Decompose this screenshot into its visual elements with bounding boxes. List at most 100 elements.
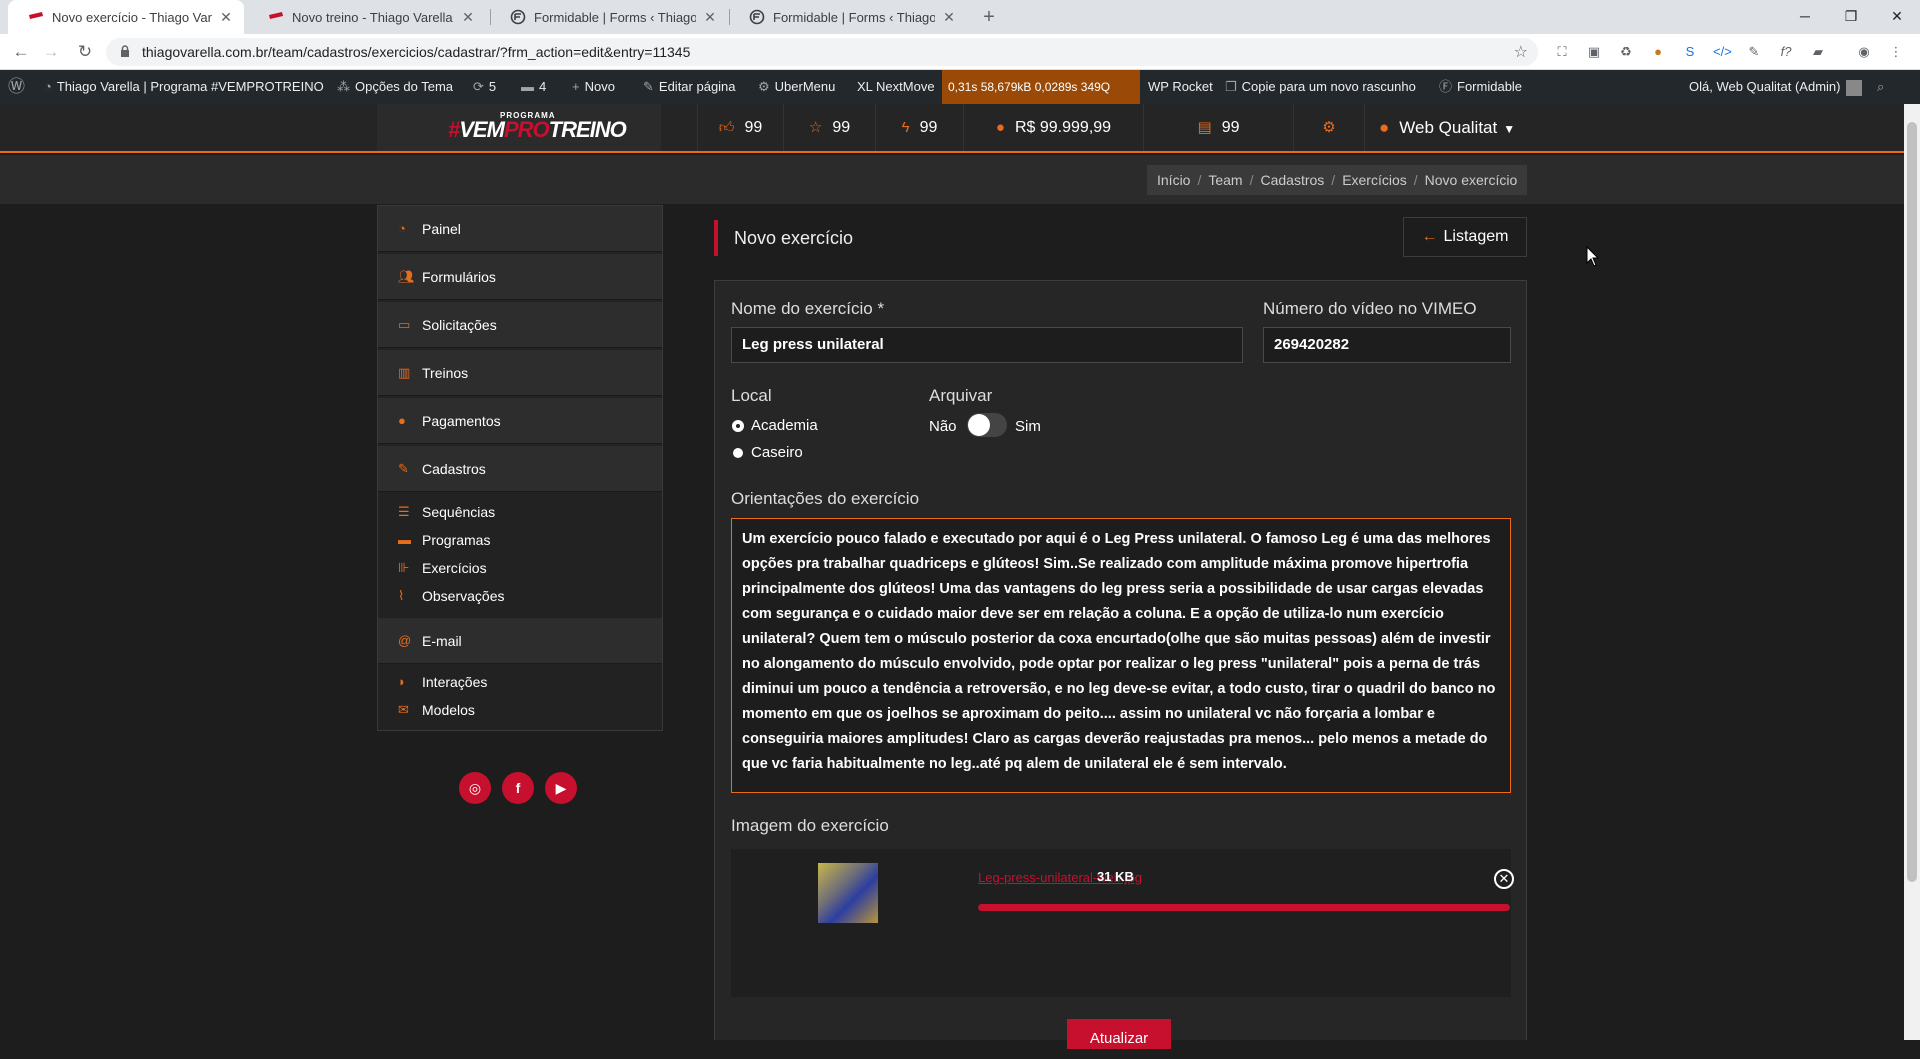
breadcrumb-item[interactable]: Team bbox=[1208, 172, 1242, 188]
radio-caseiro[interactable] bbox=[733, 448, 743, 458]
close-icon[interactable]: ✕ bbox=[702, 9, 718, 26]
page-scrollbar[interactable] bbox=[1904, 104, 1920, 1040]
browser-tab[interactable]: Novo treino - Thiago Varella | Pr ✕ bbox=[248, 0, 486, 34]
extension-icon[interactable]: ▰ bbox=[1809, 43, 1827, 61]
sidebar-item-formularios[interactable]: 👥︎ Formulários bbox=[378, 254, 662, 300]
maximize-button[interactable]: ❐ bbox=[1828, 0, 1874, 34]
required-mark: * bbox=[877, 299, 885, 318]
reload-icon[interactable]: ↻ bbox=[72, 40, 98, 66]
sidebar-item-modelos[interactable]: ✉ Modelos bbox=[378, 696, 662, 724]
user-menu[interactable]: ● Web Qualitat ▼ bbox=[1364, 104, 1546, 151]
site-logo[interactable]: PROGRAMA #VEMPROTREINO bbox=[448, 109, 627, 149]
vimeo-label: Número do vídeo no VIMEO bbox=[1263, 299, 1477, 318]
lock-icon[interactable] bbox=[120, 45, 130, 57]
breadcrumb-item[interactable]: Cadastros bbox=[1260, 172, 1324, 188]
orientations-textarea[interactable]: Um exercício pouco falado e executado po… bbox=[731, 518, 1511, 793]
settings-button[interactable]: ⚙ bbox=[1293, 104, 1364, 151]
toggle-knob bbox=[968, 414, 990, 436]
back-arrow-icon[interactable]: ← bbox=[8, 40, 34, 66]
browser-tab[interactable]: Novo exercício - Thiago Varella | ✕ bbox=[8, 0, 244, 34]
image-upload-area[interactable]: Leg-press-unilateral-web.jpg 31 KB ✕ bbox=[731, 849, 1514, 997]
wp-rocket[interactable]: WP Rocket bbox=[1148, 70, 1213, 104]
extension-icon[interactable]: S bbox=[1681, 43, 1699, 61]
stat-docs[interactable]: ▤ 99 bbox=[1143, 104, 1293, 151]
wp-copy-draft[interactable]: ❐ Copie para um novo rascunho bbox=[1225, 70, 1416, 104]
search-icon[interactable]: ⌕ bbox=[1877, 70, 1889, 104]
radio-academia[interactable] bbox=[733, 421, 743, 431]
radio-academia-label[interactable]: Academia bbox=[751, 417, 818, 434]
wp-account[interactable]: Olá, Web Qualitat (Admin) bbox=[1689, 70, 1863, 104]
breadcrumb-item[interactable]: Exercícios bbox=[1342, 172, 1407, 188]
instagram-icon[interactable]: ◎ bbox=[459, 772, 491, 804]
list-icon: ☰ bbox=[398, 504, 410, 519]
sidebar-item-observacoes[interactable]: ⌇ Observações bbox=[378, 582, 662, 610]
menu-dots-icon[interactable]: ⋮ bbox=[1887, 43, 1905, 61]
close-icon[interactable]: ✕ bbox=[941, 9, 957, 26]
stat-stars[interactable]: ☆ 99 bbox=[783, 104, 875, 151]
sidebar-item-email[interactable]: @ E-mail bbox=[378, 618, 662, 664]
new-tab-button[interactable]: + bbox=[976, 4, 1002, 30]
list-button[interactable]: ← Listagem bbox=[1403, 217, 1527, 257]
paperclip-icon: ⌇ bbox=[398, 588, 405, 603]
stat-bolts[interactable]: ϟ 99 bbox=[875, 104, 963, 151]
tab-title: Novo exercício - Thiago Varella | bbox=[52, 9, 212, 25]
breadcrumb-band: Início / Team / Cadastros / Exercícios / Novo ex… bbox=[0, 155, 1904, 204]
scrollbar-thumb[interactable] bbox=[1907, 122, 1917, 882]
font-extension-icon[interactable]: f? bbox=[1777, 43, 1795, 61]
vimeo-number-input[interactable]: 269420282 bbox=[1263, 327, 1511, 363]
query-monitor-stats[interactable]: 0,31s 58,679kB 0,0289s 349Q bbox=[942, 70, 1140, 104]
wp-site-link[interactable]: ◔ Thiago Varella | Programa #VEMPROTREINO bbox=[44, 70, 324, 104]
exercise-name-input[interactable]: Leg press unilateral bbox=[731, 327, 1243, 363]
wp-comments[interactable]: ▬ 4 bbox=[521, 70, 546, 104]
stat-money[interactable]: ● R$ 99.999,99 bbox=[963, 104, 1143, 151]
forward-arrow-icon[interactable]: → bbox=[38, 40, 64, 66]
recycle-extension-icon[interactable]: ♻ bbox=[1617, 43, 1635, 61]
breadcrumb: Início / Team / Cadastros / Exercícios / Novo ex… bbox=[1147, 165, 1528, 195]
sidebar-item-treinos[interactable]: ▥ Treinos bbox=[378, 350, 662, 396]
image-label: Imagem do exercício bbox=[731, 816, 889, 835]
archive-toggle[interactable] bbox=[967, 413, 1007, 437]
wp-formidable[interactable]: Ⓕ Formidable bbox=[1439, 70, 1522, 104]
user-icon: ● bbox=[1379, 118, 1390, 137]
facebook-icon[interactable]: f bbox=[502, 772, 534, 804]
code-extension-icon[interactable]: </> bbox=[1713, 43, 1732, 61]
sidebar-item-cadastros[interactable]: ✎ Cadastros bbox=[378, 446, 662, 492]
cookie-extension-icon[interactable]: ● bbox=[1649, 43, 1667, 61]
wordpress-logo-icon[interactable]: Ⓦ bbox=[8, 70, 30, 104]
sidebar-item-interacoes[interactable]: ◗ Interações bbox=[378, 668, 662, 696]
wp-new[interactable]: + Novo bbox=[572, 70, 615, 104]
minimize-button[interactable]: ─ bbox=[1782, 0, 1828, 34]
sidebar-item-pagamentos[interactable]: ● Pagamentos bbox=[378, 398, 662, 444]
sidebar-item-painel[interactable]: ◔ Painel bbox=[378, 206, 662, 252]
screenshot-extension-icon[interactable]: ⛶ bbox=[1553, 43, 1571, 61]
wp-nextmove[interactable]: XL NextMove bbox=[857, 70, 935, 104]
sidebar-item-sequencias[interactable]: ☰ Sequências bbox=[378, 498, 662, 526]
wp-updates[interactable]: ⟳ 5 bbox=[473, 70, 496, 104]
browser-tab[interactable]: Formidable | Forms ‹ Thiago Vare ✕ bbox=[490, 0, 728, 34]
extension-icon[interactable]: ▣ bbox=[1585, 43, 1603, 61]
window-close-button[interactable]: ✕ bbox=[1874, 0, 1920, 34]
wp-edit-page[interactable]: ✎ Editar página bbox=[643, 70, 736, 104]
radio-caseiro-label[interactable]: Caseiro bbox=[751, 444, 803, 461]
bookmark-star-icon[interactable]: ☆ bbox=[1514, 42, 1528, 62]
stat-likes[interactable]: 👍︎ 99 bbox=[697, 104, 783, 151]
plus-icon: + bbox=[572, 79, 580, 94]
logo-main-text: #VEMPROTREINO bbox=[448, 117, 627, 142]
browser-tab[interactable]: Formidable | Forms ‹ Thiago Vare ✕ bbox=[729, 0, 967, 34]
close-icon[interactable]: ✕ bbox=[218, 9, 234, 26]
sidebar-item-exercicios[interactable]: ⊪ Exercícios bbox=[378, 554, 662, 582]
sidebar-item-solicitacoes[interactable]: ▭ Solicitações bbox=[378, 302, 662, 348]
save-button[interactable]: Atualizar bbox=[1067, 1019, 1171, 1049]
sidebar-item-programas[interactable]: ▬ Programas bbox=[378, 526, 662, 554]
youtube-icon[interactable]: ▶ bbox=[545, 772, 577, 804]
remove-file-icon[interactable]: ✕ bbox=[1494, 869, 1514, 889]
close-icon[interactable]: ✕ bbox=[460, 9, 476, 26]
wp-ubermenu[interactable]: ⚙ UberMenu bbox=[758, 70, 835, 104]
updates-icon: ⟳ bbox=[473, 79, 484, 94]
breadcrumb-item[interactable]: Início bbox=[1157, 172, 1190, 188]
eyedropper-extension-icon[interactable]: ✎ bbox=[1745, 43, 1763, 61]
formidable-icon bbox=[749, 9, 765, 25]
wp-theme-options[interactable]: ⁂ Opções do Tema bbox=[337, 70, 453, 104]
address-bar[interactable]: thiagovarella.com.br/team/cadastros/exer… bbox=[106, 38, 1538, 66]
profile-icon[interactable]: ◉ bbox=[1855, 43, 1873, 61]
